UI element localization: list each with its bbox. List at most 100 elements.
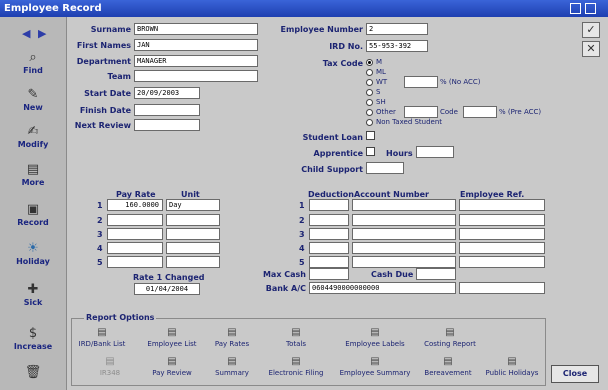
team-field[interactable] xyxy=(134,70,258,82)
previous-record-icon[interactable]: ◀ xyxy=(22,27,30,40)
cancel-button[interactable]: ✕ xyxy=(582,41,600,57)
employee-record-window: Employee Record ◀ ▶ ⌕ Find ✎ New ✍ Modif… xyxy=(0,0,608,390)
sidebar-item-find[interactable]: ⌕ Find xyxy=(0,51,66,76)
deduction-field[interactable] xyxy=(309,242,349,254)
pay-row-number: 4 xyxy=(97,244,103,253)
bank-ref-field[interactable] xyxy=(459,282,545,294)
start-date-field[interactable]: 20/09/2003 xyxy=(134,87,200,99)
cash-due-field[interactable] xyxy=(416,268,456,280)
bank-account-field[interactable]: 0604490000000000 xyxy=(309,282,456,294)
employee-ref-header: Employee Ref. xyxy=(460,190,525,199)
pay-rate-header: Pay Rate xyxy=(116,190,156,199)
sidebar-item-new[interactable]: ✎ New xyxy=(0,88,66,113)
first-names-field[interactable]: JAN xyxy=(134,39,258,51)
report-employee-labels[interactable]: ▤ Employee Labels xyxy=(337,327,413,348)
finish-date-label: Finish Date xyxy=(79,106,131,115)
pay-rate-field[interactable] xyxy=(107,214,163,226)
close-window-button[interactable] xyxy=(585,3,596,14)
trash-button[interactable]: 🗑 xyxy=(0,366,66,380)
deduction-field[interactable] xyxy=(309,214,349,226)
other-tax-field[interactable] xyxy=(404,106,438,118)
sidebar-item-sick[interactable]: ✚ Sick xyxy=(0,283,66,308)
pay-unit-field[interactable] xyxy=(166,256,220,268)
close-button[interactable]: Close xyxy=(551,365,599,383)
report-costing[interactable]: ▤ Costing Report xyxy=(412,327,488,348)
report-public-holidays[interactable]: ▤ Public Holidays xyxy=(474,356,550,377)
cancel-icon: ✕ xyxy=(586,42,596,55)
tax-code-m-radio[interactable] xyxy=(366,59,373,66)
pay-rate-field[interactable]: 160.0000 xyxy=(107,199,163,211)
report-employee-summary[interactable]: ▤ Employee Summary xyxy=(337,356,413,377)
pay-rate-field[interactable] xyxy=(107,242,163,254)
tax-code-wt-radio[interactable] xyxy=(366,79,373,86)
printer-icon: ▤ xyxy=(445,327,455,338)
accept-button[interactable]: ✓ xyxy=(582,22,600,38)
sidebar: ◀ ▶ ⌕ Find ✎ New ✍ Modify ▤ More ▣ Recor… xyxy=(0,17,67,390)
pay-unit-field[interactable] xyxy=(166,214,220,226)
sidebar-item-more[interactable]: ▤ More xyxy=(0,163,66,188)
pay-row-number: 3 xyxy=(97,230,103,239)
other-code-field[interactable] xyxy=(463,106,497,118)
wt-percent-label: % (No ACC) xyxy=(440,78,481,86)
employee-number-field[interactable]: 2 xyxy=(366,23,428,35)
account-number-field[interactable] xyxy=(352,199,456,211)
account-number-field[interactable] xyxy=(352,214,456,226)
surname-label: Surname xyxy=(90,25,131,34)
deduction-field[interactable] xyxy=(309,199,349,211)
wt-percent-field[interactable] xyxy=(404,76,438,88)
employee-number-label: Employee Number xyxy=(280,25,363,34)
next-review-field[interactable] xyxy=(134,119,200,131)
pay-rate-field[interactable] xyxy=(107,228,163,240)
pay-unit-field[interactable] xyxy=(166,242,220,254)
tax-code-sh-radio[interactable] xyxy=(366,99,373,106)
tax-code-ml-radio[interactable] xyxy=(366,69,373,76)
account-number-field[interactable] xyxy=(352,228,456,240)
checkmark-icon: ✓ xyxy=(586,23,596,36)
tax-code-non-taxed-radio[interactable] xyxy=(366,119,373,126)
report-electronic-filing[interactable]: ▤ Electronic Filing xyxy=(258,356,334,377)
minimize-button[interactable] xyxy=(570,3,581,14)
hours-field[interactable] xyxy=(416,146,454,158)
pay-unit-field[interactable]: Day xyxy=(166,199,220,211)
max-cash-field[interactable] xyxy=(309,268,349,280)
student-loan-checkbox[interactable] xyxy=(366,131,375,140)
sidebar-item-increase[interactable]: $ Increase xyxy=(0,327,66,352)
tax-code-ml-label: ML xyxy=(376,68,386,76)
deduction-row-number: 1 xyxy=(299,201,305,210)
department-field[interactable]: MANAGER xyxy=(134,55,258,67)
employee-ref-field[interactable] xyxy=(459,242,545,254)
sidebar-item-record[interactable]: ▣ Record xyxy=(0,203,66,228)
unit-header: Unit xyxy=(181,190,200,199)
account-number-header: Account Number xyxy=(354,190,429,199)
tax-code-other-label: Other xyxy=(376,108,396,116)
deduction-field[interactable] xyxy=(309,228,349,240)
child-support-field[interactable] xyxy=(366,162,404,174)
deduction-field[interactable] xyxy=(309,256,349,268)
sidebar-item-modify[interactable]: ✍ Modify xyxy=(0,125,66,150)
sidebar-item-holiday[interactable]: ☀ Holiday xyxy=(0,242,66,267)
account-number-field[interactable] xyxy=(352,242,456,254)
employee-ref-field[interactable] xyxy=(459,228,545,240)
pay-unit-field[interactable] xyxy=(166,228,220,240)
first-names-label: First Names xyxy=(76,41,131,50)
employee-ref-field[interactable] xyxy=(459,214,545,226)
report-totals[interactable]: ▤ Totals xyxy=(258,327,334,348)
surname-field[interactable]: BROWN xyxy=(134,23,258,35)
tax-code-other-radio[interactable] xyxy=(366,109,373,116)
pay-rate-field[interactable] xyxy=(107,256,163,268)
apprentice-checkbox[interactable] xyxy=(366,147,375,156)
cash-due-label: Cash Due xyxy=(371,270,414,279)
ird-field[interactable]: 55-953-392 xyxy=(366,40,428,52)
report-ird-bank-list[interactable]: ▤ IRD/Bank List xyxy=(64,327,140,348)
tax-code-s-radio[interactable] xyxy=(366,89,373,96)
next-record-icon[interactable]: ▶ xyxy=(38,27,46,40)
tax-code-sh-label: SH xyxy=(376,98,386,106)
other-percent-label: % (Pre ACC) xyxy=(499,108,542,116)
employee-ref-field[interactable] xyxy=(459,256,545,268)
rate-changed-field[interactable]: 01/04/2004 xyxy=(134,283,200,295)
finish-date-field[interactable] xyxy=(134,104,200,116)
account-number-field[interactable] xyxy=(352,256,456,268)
employee-ref-field[interactable] xyxy=(459,199,545,211)
tax-code-s-label: S xyxy=(376,88,381,96)
printer-icon: ▤ xyxy=(370,356,380,367)
